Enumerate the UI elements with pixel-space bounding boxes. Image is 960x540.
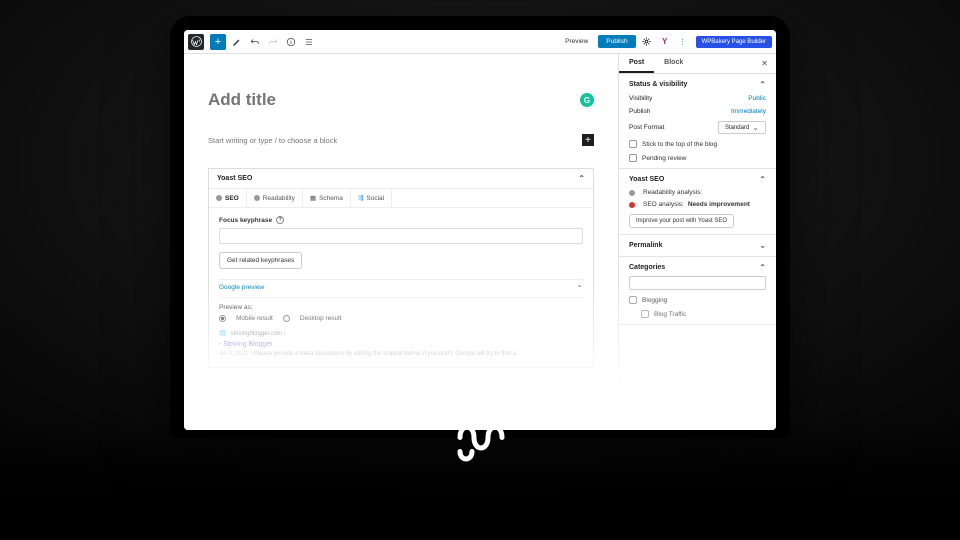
related-keyphrases-button[interactable]: Get related keyphrases [219,252,302,269]
visibility-label: Visibility [629,95,652,102]
sticky-checkbox[interactable] [629,140,637,148]
settings-gear-icon[interactable] [640,35,654,49]
yoast-metabox: Yoast SEO ⌃ SEO Readability ▦Schema ⇶Soc… [208,168,594,368]
yoast-panel-header[interactable]: Yoast SEO ⌃ [209,169,593,189]
categories-header[interactable]: Categories⌃ [629,263,766,272]
chevron-down-icon: ⌄ [752,123,759,132]
yoast-tabs: SEO Readability ▦Schema ⇶Social [209,189,593,208]
post-title-input[interactable]: Add title [208,90,572,110]
seo-analysis-label: SEO analysis: [643,201,684,208]
laptop-frame: + Preview Publish Y ⋮ WPB [170,16,790,438]
sticky-label: Stick to the top of the blog [642,141,717,148]
tab-schema-label: Schema [319,195,343,202]
screen: + Preview Publish Y ⋮ WPB [184,30,776,430]
chevron-down-icon: ⌄ [759,241,766,250]
wpbakery-button[interactable]: WPBakery Page Builder [696,36,772,48]
category-label: Blog Traffic [654,311,686,318]
post-format-label: Post Format [629,124,664,131]
search-categories-input[interactable] [629,276,766,290]
seo-analysis-value: Needs improvement [688,201,750,208]
tab-seo-label: SEO [225,195,239,202]
category-label: Blogging [642,297,667,304]
serp-description: Please provide a meta description by edi… [254,351,516,357]
sidebar-tab-block[interactable]: Block [654,54,693,73]
status-dot-icon [216,195,222,201]
desktop-result-radio[interactable] [283,315,290,322]
brand-logo-icon [448,406,512,475]
yoast-panel-title: Yoast SEO [217,175,252,182]
wordpress-logo-icon[interactable] [188,34,204,50]
tab-social-label: Social [366,195,384,202]
edit-mode-icon[interactable] [230,35,244,49]
serp-title: - Striving Blogger [219,340,583,350]
editor-topbar: + Preview Publish Y ⋮ WPB [184,30,776,54]
tab-seo[interactable]: SEO [209,189,247,207]
mobile-result-radio[interactable] [219,315,226,322]
chevron-up-icon: ⌃ [576,284,583,293]
add-block-button[interactable]: + [210,34,226,50]
grammarly-icon[interactable]: G [580,93,594,107]
chevron-up-icon: ⌃ [578,174,585,183]
outline-icon[interactable] [302,35,316,49]
permalink-header[interactable]: Permalink⌄ [629,241,766,250]
category-checkbox[interactable] [641,310,649,318]
improve-with-yoast-button[interactable]: Improve your post with Yoast SEO [629,214,734,228]
google-preview-header[interactable]: Google preview ⌃ [219,279,583,298]
preview-as-label: Preview as: [219,304,583,311]
status-visibility-header[interactable]: Status & visibility⌃ [629,80,766,89]
desktop-result-label: Desktop result [300,315,342,322]
publish-link[interactable]: Immediately [731,108,766,115]
tab-schema[interactable]: ▦Schema [303,189,351,207]
publish-label: Publish [629,108,650,115]
chevron-up-icon: ⌃ [759,80,766,89]
status-dot-icon [254,195,260,201]
globe-icon: 🌐 [219,330,226,338]
serp-date: Jul 3, 2021 [219,351,248,357]
visibility-link[interactable]: Public [748,95,766,102]
status-dot-icon [629,202,635,208]
serp-preview: 🌐 strivingblogger.com › - Striving Blogge… [219,330,583,359]
focus-keyphrase-input[interactable] [219,228,583,244]
google-preview-label: Google preview [219,284,264,293]
tab-social[interactable]: ⇶Social [351,189,392,207]
post-format-select[interactable]: Standard⌄ [718,121,766,134]
yoast-plugin-icon[interactable]: Y [658,35,672,49]
close-sidebar-icon[interactable]: ✕ [753,54,776,73]
insert-block-icon[interactable]: + [582,134,594,146]
preview-button[interactable]: Preview [559,35,594,48]
help-icon[interactable]: ? [276,216,284,224]
info-icon[interactable] [284,35,298,49]
pending-review-checkbox[interactable] [629,154,637,162]
tab-readability[interactable]: Readability [247,189,303,207]
focus-keyphrase-label: Focus keyphrase ? [219,216,583,224]
settings-sidebar: Post Block ✕ Status & visibility⌃ Visibi… [618,54,776,430]
chevron-up-icon: ⌃ [759,175,766,184]
readability-label: Readability analysis: [643,189,702,196]
mobile-result-label: Mobile result [236,315,273,322]
chevron-up-icon: ⌃ [759,263,766,272]
redo-icon[interactable] [266,35,280,49]
sidebar-yoast-header[interactable]: Yoast SEO⌃ [629,175,766,184]
options-icon[interactable]: ⋮ [676,35,690,49]
workspace: Add title G Start writing or type / to c… [184,54,776,430]
publish-button[interactable]: Publish [598,35,635,48]
tab-readability-label: Readability [263,195,295,202]
status-dot-icon [629,190,635,196]
category-checkbox[interactable] [629,296,637,304]
pending-review-label: Pending review [642,155,686,162]
post-body-input[interactable]: Start writing or type / to choose a bloc… [208,136,582,145]
editor-area: Add title G Start writing or type / to c… [184,54,618,430]
sidebar-tab-post[interactable]: Post [619,54,654,73]
undo-icon[interactable] [248,35,262,49]
serp-url: strivingblogger.com › [230,330,285,338]
